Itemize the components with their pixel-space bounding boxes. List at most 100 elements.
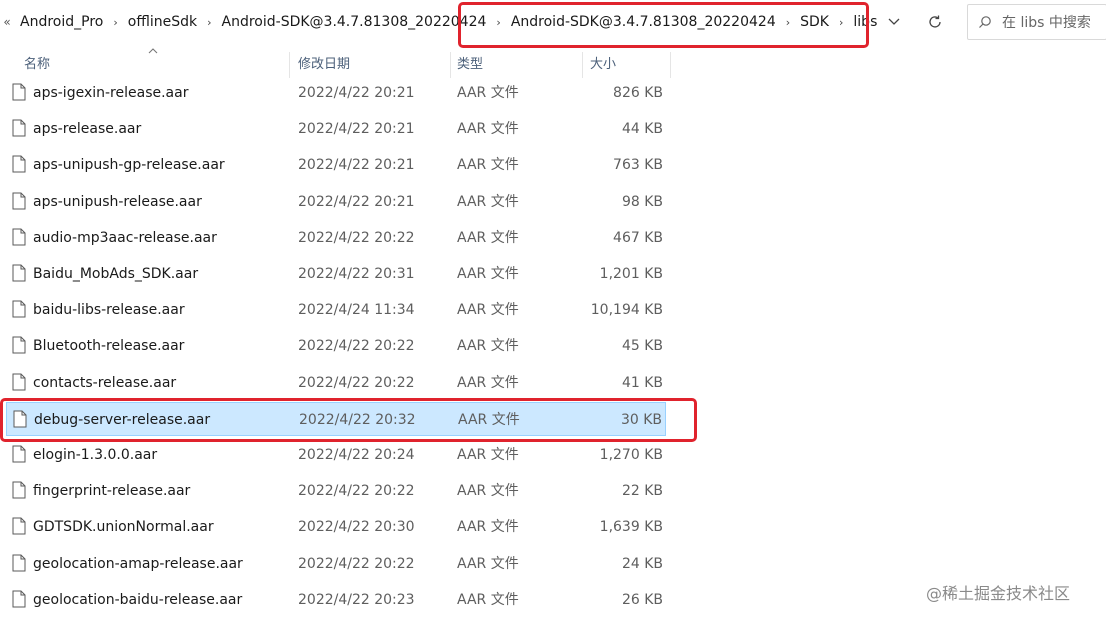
file-name[interactable]: baidu-libs-release.aar (33, 293, 185, 327)
file-size: 10,194 KB (590, 302, 663, 318)
column-header-type[interactable]: 类型 (457, 52, 483, 78)
search-placeholder: 在 libs 中搜索 (1002, 15, 1091, 31)
file-type: AAR 文件 (457, 592, 519, 608)
file-date: 2022/4/22 20:22 (298, 483, 415, 499)
file-name[interactable]: Baidu_MobAds_SDK.aar (33, 257, 198, 291)
breadcrumb-overflow[interactable]: « (0, 15, 14, 29)
file-row[interactable]: Baidu_MobAds_SDK.aar 2022/4/22 20:31 AAR 文… (6, 257, 666, 291)
file-size: 22 KB (621, 483, 663, 499)
file-date: 2022/4/22 20:21 (298, 157, 415, 173)
file-size: 1,201 KB (599, 266, 663, 282)
file-size: 1,270 KB (599, 447, 663, 463)
file-icon (12, 517, 26, 539)
file-name[interactable]: GDTSDK.unionNormal.aar (33, 510, 214, 544)
address-history-dropdown[interactable] (880, 9, 908, 35)
breadcrumb-separator-icon[interactable]: › (109, 16, 121, 29)
file-size: 44 KB (621, 121, 663, 137)
file-icon (12, 119, 26, 141)
address-highlight-box (458, 2, 869, 48)
file-row[interactable]: elogin-1.3.0.0.aar 2022/4/22 20:24 AAR 文件 1… (6, 438, 666, 472)
file-row[interactable]: audio-mp3aac-release.aar 2022/4/22 20:22 A… (6, 221, 666, 255)
file-row[interactable]: aps-unipush-release.aar 2022/4/22 20:21 AA… (6, 185, 666, 219)
file-name[interactable]: geolocation-baidu-release.aar (33, 583, 242, 617)
file-row[interactable]: geolocation-amap-release.aar 2022/4/22 20… (6, 547, 666, 581)
file-date: 2022/4/22 20:30 (298, 519, 415, 535)
file-type: AAR 文件 (457, 121, 519, 137)
file-icon (12, 373, 26, 395)
column-header-name[interactable]: 名称 (24, 52, 50, 78)
file-name[interactable]: fingerprint-release.aar (33, 474, 190, 508)
file-date: 2022/4/24 11:34 (298, 302, 415, 318)
file-icon (12, 300, 26, 322)
file-icon (12, 590, 26, 612)
breadcrumb-separator-icon[interactable]: › (203, 16, 215, 29)
file-date: 2022/4/22 20:21 (298, 194, 415, 210)
file-row[interactable]: Bluetooth-release.aar 2022/4/22 20:22 AAR … (6, 329, 666, 363)
file-row[interactable]: geolocation-baidu-release.aar 2022/4/22 2… (6, 583, 666, 617)
file-name[interactable]: aps-release.aar (33, 112, 141, 146)
file-date: 2022/4/22 20:21 (298, 85, 415, 101)
file-date: 2022/4/22 20:22 (298, 338, 415, 354)
column-divider[interactable] (289, 52, 290, 78)
file-icon (12, 481, 26, 503)
breadcrumb-item-android-sdk-1[interactable]: Android-SDK@3.4.7.81308_20220424 (216, 14, 493, 30)
file-row[interactable]: aps-unipush-gp-release.aar 2022/4/22 20:2… (6, 148, 666, 182)
file-date: 2022/4/22 20:21 (298, 121, 415, 137)
file-name[interactable]: aps-unipush-release.aar (33, 185, 202, 219)
file-icon (12, 228, 26, 250)
file-name[interactable]: aps-igexin-release.aar (33, 76, 188, 110)
file-row[interactable]: fingerprint-release.aar 2022/4/22 20:22 AA… (6, 474, 666, 508)
refresh-icon (929, 15, 941, 28)
file-size: 26 KB (621, 592, 663, 608)
file-date: 2022/4/22 20:31 (298, 266, 415, 282)
file-type: AAR 文件 (457, 85, 519, 101)
file-icon (12, 155, 26, 177)
column-divider[interactable] (582, 52, 583, 78)
file-date: 2022/4/22 20:24 (298, 447, 415, 463)
column-header-size[interactable]: 大小 (590, 52, 616, 78)
breadcrumb-item-android-pro[interactable]: Android_Pro (14, 14, 109, 30)
file-name[interactable]: aps-unipush-gp-release.aar (33, 148, 225, 182)
file-date: 2022/4/22 20:22 (298, 375, 415, 391)
file-size: 826 KB (613, 85, 663, 101)
file-type: AAR 文件 (457, 302, 519, 318)
file-row[interactable]: contacts-release.aar 2022/4/22 20:22 AAR 文… (6, 366, 666, 400)
file-name[interactable]: Bluetooth-release.aar (33, 329, 184, 363)
file-size: 763 KB (613, 157, 663, 173)
file-row[interactable]: GDTSDK.unionNormal.aar 2022/4/22 20:30 AAR… (6, 510, 666, 544)
file-name[interactable]: elogin-1.3.0.0.aar (33, 438, 157, 472)
file-type: AAR 文件 (457, 556, 519, 572)
file-type: AAR 文件 (457, 338, 519, 354)
file-row[interactable]: aps-igexin-release.aar 2022/4/22 20:21 AAR… (6, 76, 666, 110)
file-type: AAR 文件 (457, 157, 519, 173)
file-name[interactable]: geolocation-amap-release.aar (33, 547, 243, 581)
file-type: AAR 文件 (457, 230, 519, 246)
file-size: 1,639 KB (599, 519, 663, 535)
file-date: 2022/4/22 20:22 (298, 556, 415, 572)
column-divider[interactable] (450, 52, 451, 78)
file-icon (12, 554, 26, 576)
file-name[interactable]: contacts-release.aar (33, 366, 176, 400)
file-icon (12, 264, 26, 286)
file-date: 2022/4/22 20:22 (298, 230, 415, 246)
selection-highlight-box (0, 398, 697, 442)
file-type: AAR 文件 (457, 447, 519, 463)
column-header-date[interactable]: 修改日期 (298, 52, 350, 78)
column-divider[interactable] (670, 52, 671, 78)
file-type: AAR 文件 (457, 483, 519, 499)
file-size: 98 KB (621, 194, 663, 210)
file-type: AAR 文件 (457, 266, 519, 282)
file-row[interactable]: aps-release.aar 2022/4/22 20:21 AAR 文件 44 K… (6, 112, 666, 146)
file-size: 45 KB (621, 338, 663, 354)
watermark: @稀土掘金技术社区 (926, 584, 1071, 603)
file-type: AAR 文件 (457, 194, 519, 210)
file-row[interactable]: baidu-libs-release.aar 2022/4/24 11:34 AAR… (6, 293, 666, 327)
breadcrumb-item-offlinesdk[interactable]: offlineSdk (122, 14, 203, 30)
search-icon (968, 15, 1002, 29)
search-input[interactable]: 在 libs 中搜索 (967, 4, 1106, 40)
file-icon (12, 192, 26, 214)
file-size: 24 KB (621, 556, 663, 572)
refresh-button[interactable] (920, 9, 950, 35)
file-name[interactable]: audio-mp3aac-release.aar (33, 221, 217, 255)
column-header-row: 名称 修改日期 类型 大小 (0, 52, 672, 78)
